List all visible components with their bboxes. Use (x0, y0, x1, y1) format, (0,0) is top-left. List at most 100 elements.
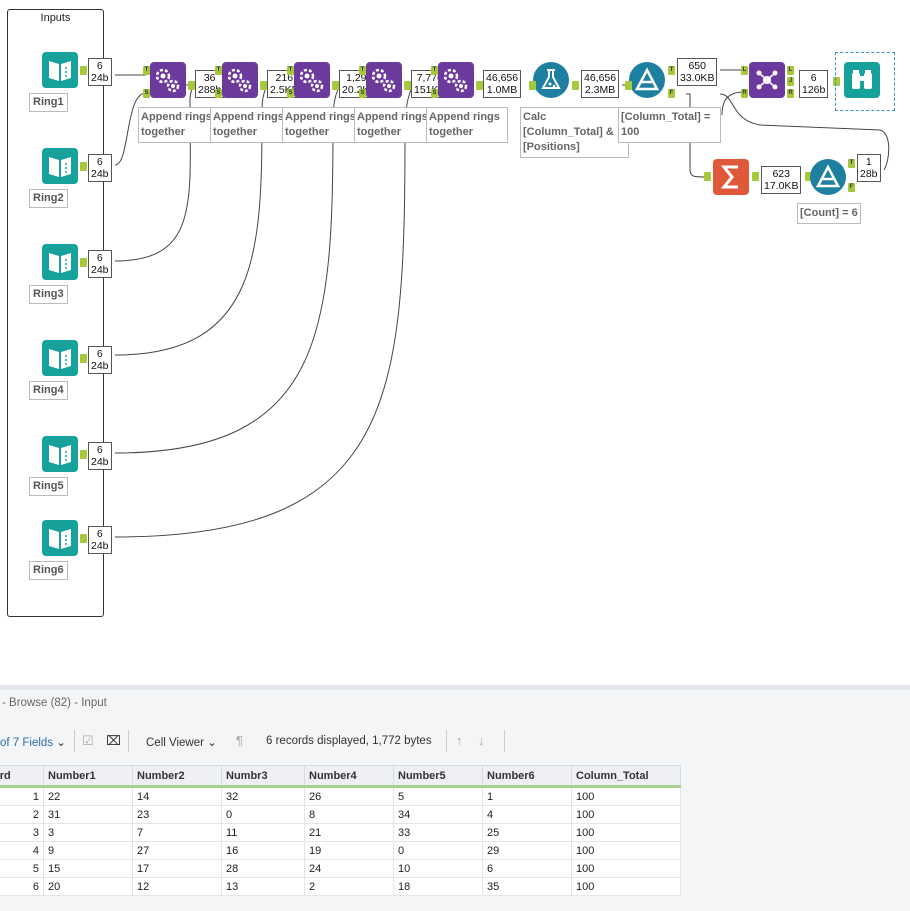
table-row[interactable]: 3 3 7 11 21 33 25 100 (0, 823, 681, 842)
table-cell[interactable]: 35 (482, 877, 572, 896)
table-cell[interactable]: 2 (0, 805, 44, 824)
input-tool[interactable] (42, 436, 78, 472)
formula-tool[interactable] (533, 62, 569, 98)
table-cell[interactable]: 25 (482, 823, 572, 842)
workflow-canvas[interactable]: Inputs Ring1 6 24b Ring2 6 24b Ring3 6 2… (0, 0, 910, 685)
column-header[interactable]: ord (0, 765, 44, 788)
table-row[interactable]: 5 15 17 28 24 10 6 100 (0, 859, 681, 878)
filter-tool[interactable] (629, 62, 665, 98)
append-fields-tool[interactable] (222, 62, 258, 98)
table-cell[interactable]: 27 (132, 841, 222, 860)
table-row[interactable]: 4 9 27 16 19 0 29 100 (0, 841, 681, 860)
join-left-anchor[interactable]: L (741, 66, 748, 75)
pilcrow-icon[interactable]: ¶ (236, 733, 243, 748)
table-cell[interactable]: 26 (304, 786, 394, 806)
column-header[interactable]: Number1 (43, 765, 133, 788)
panel-splitter[interactable] (0, 685, 910, 690)
table-cell[interactable]: 0 (221, 805, 305, 824)
join-l-out-anchor[interactable]: L (787, 66, 794, 75)
append-target-anchor[interactable]: T (215, 66, 222, 75)
table-cell[interactable]: 31 (43, 805, 133, 824)
input-output-anchor[interactable] (80, 162, 87, 171)
table-cell[interactable]: 11 (221, 823, 305, 842)
table-cell[interactable]: 7 (132, 823, 222, 842)
table-cell[interactable]: 1 (482, 786, 572, 806)
append-source-anchor[interactable]: S (431, 89, 438, 98)
table-cell[interactable]: 2 (304, 877, 394, 896)
table-cell[interactable]: 15 (43, 859, 133, 878)
column-header[interactable]: Number2 (132, 765, 222, 788)
table-cell[interactable]: 17 (132, 859, 222, 878)
filter2-false-anchor[interactable]: F (848, 183, 855, 192)
table-cell[interactable]: 3 (43, 823, 133, 842)
append-output-anchor[interactable] (404, 81, 411, 90)
append-output-anchor[interactable] (476, 81, 483, 90)
input-output-anchor[interactable] (80, 450, 87, 459)
table-cell[interactable]: 24 (304, 859, 394, 878)
append-source-anchor[interactable]: S (359, 89, 366, 98)
table-cell[interactable]: 16 (221, 841, 305, 860)
table-cell[interactable]: 18 (393, 877, 483, 896)
append-fields-tool[interactable] (366, 62, 402, 98)
table-cell[interactable]: 9 (43, 841, 133, 860)
append-target-anchor[interactable]: T (143, 66, 150, 75)
input-tool[interactable] (42, 52, 78, 88)
table-cell[interactable]: 100 (571, 877, 681, 896)
join-r-out-anchor[interactable]: R (787, 89, 794, 98)
input-tool[interactable] (42, 340, 78, 376)
summarize-output-anchor[interactable] (752, 172, 759, 181)
column-header[interactable]: Number6 (482, 765, 572, 788)
append-source-anchor[interactable]: S (143, 89, 150, 98)
append-output-anchor[interactable] (332, 81, 339, 90)
append-output-anchor[interactable] (260, 81, 267, 90)
filter-input-anchor[interactable] (625, 81, 632, 90)
append-output-anchor[interactable] (188, 81, 195, 90)
table-cell[interactable]: 19 (304, 841, 394, 860)
table-cell[interactable]: 20 (43, 877, 133, 896)
column-header[interactable]: Number4 (304, 765, 394, 788)
table-cell[interactable]: 100 (571, 823, 681, 842)
input-output-anchor[interactable] (80, 354, 87, 363)
table-cell[interactable]: 14 (132, 786, 222, 806)
column-header[interactable]: Number5 (393, 765, 483, 788)
table-cell[interactable]: 8 (304, 805, 394, 824)
browse-tool[interactable] (844, 62, 880, 98)
append-source-anchor[interactable]: S (287, 89, 294, 98)
formula-output-anchor[interactable] (572, 81, 579, 90)
summarize-tool[interactable] (713, 159, 749, 195)
table-cell[interactable]: 29 (482, 841, 572, 860)
table-row[interactable]: 6 20 12 13 2 18 35 100 (0, 877, 681, 896)
cell-viewer-dropdown[interactable]: Cell Viewer ⌄ (146, 735, 217, 749)
table-row[interactable]: 1 22 14 32 26 5 1 100 (0, 786, 681, 806)
table-cell[interactable]: 32 (221, 786, 305, 806)
table-row[interactable]: 2 31 23 0 8 34 4 100 (0, 805, 681, 824)
deselect-icon[interactable]: ⌧ (106, 733, 121, 749)
table-cell[interactable]: 34 (393, 805, 483, 824)
input-tool[interactable] (42, 148, 78, 184)
filter2-true-anchor[interactable]: T (848, 159, 855, 168)
arrow-up-icon[interactable]: ↑ (456, 733, 463, 748)
join-right-anchor[interactable]: R (741, 89, 748, 98)
filter-false-anchor[interactable]: F (668, 89, 675, 98)
append-target-anchor[interactable]: T (431, 66, 438, 75)
append-target-anchor[interactable]: T (287, 66, 294, 75)
table-cell[interactable]: 33 (393, 823, 483, 842)
input-output-anchor[interactable] (80, 66, 87, 75)
arrow-down-icon[interactable]: ↓ (478, 733, 485, 748)
column-header[interactable]: Numbr3 (221, 765, 305, 788)
table-cell[interactable]: 5 (0, 859, 44, 878)
filter2-tool[interactable] (810, 159, 846, 195)
table-cell[interactable]: 6 (482, 859, 572, 878)
input-tool[interactable] (42, 244, 78, 280)
join-tool[interactable] (749, 62, 785, 98)
append-fields-tool[interactable] (294, 62, 330, 98)
table-cell[interactable]: 21 (304, 823, 394, 842)
table-cell[interactable]: 28 (221, 859, 305, 878)
append-fields-tool[interactable] (438, 62, 474, 98)
table-cell[interactable]: 10 (393, 859, 483, 878)
checkbox-icon[interactable]: ☑ (82, 733, 94, 749)
table-cell[interactable]: 5 (393, 786, 483, 806)
append-source-anchor[interactable]: S (215, 89, 222, 98)
input-tool[interactable] (42, 520, 78, 556)
append-fields-tool[interactable] (150, 62, 186, 98)
